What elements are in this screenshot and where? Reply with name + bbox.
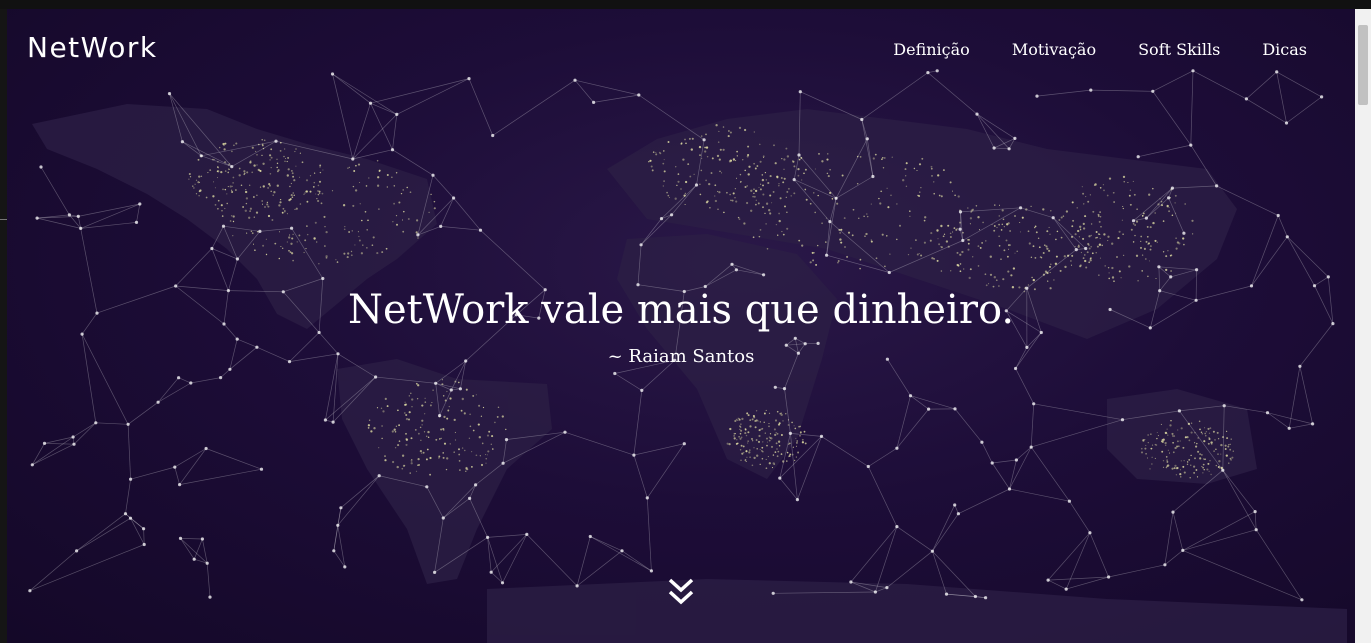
nav-item-dicas[interactable]: Dicas [1262,40,1307,59]
main-nav: Definição Motivação Soft Skills Dicas [893,40,1307,59]
browser-top-strip [0,0,1371,9]
page-scrollbar[interactable] [1355,9,1371,643]
nav-item-soft-skills[interactable]: Soft Skills [1138,40,1220,59]
nav-item-definicao[interactable]: Definição [893,40,970,59]
hero-section: NetWork Definição Motivação Soft Skills … [7,9,1355,643]
hero-quote: NetWork vale mais que dinheiro. [347,287,1015,333]
window-left-edge [0,9,7,643]
double-chevron-down-icon[interactable] [667,577,695,607]
nav-item-motivacao[interactable]: Motivação [1012,40,1096,59]
scrollbar-thumb[interactable] [1358,25,1368,105]
quote-author: ~ Raiam Santos [607,346,755,367]
brand-logo[interactable]: NetWork [27,31,158,64]
